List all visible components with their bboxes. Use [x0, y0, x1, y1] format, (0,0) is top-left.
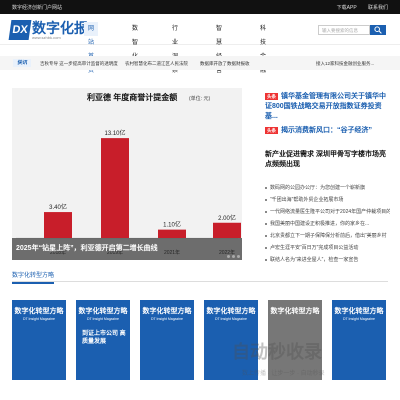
- site-header: DX 数字化报 www.szhbk.com 网站首页 数智化 行业洞察 智慧经营…: [0, 14, 400, 74]
- magazine-cover[interactable]: 数字化转型方略 DT Insight Magazine: [332, 300, 386, 380]
- watermark: 自动秒收录: [232, 342, 322, 362]
- ticker-item[interactable]: 数据库开放了数据财报收: [200, 61, 250, 67]
- nav-industry[interactable]: 行业洞察: [168, 22, 182, 74]
- magazine-cover[interactable]: 数字化转型方略 DT Insight Magazine 到证上市公司 高质量发展: [76, 300, 130, 380]
- nav-digital[interactable]: 数智化: [128, 22, 142, 60]
- list-item[interactable]: 一代网络流量医生隆平公司对于2024年国产仲裁项目的...: [265, 206, 390, 218]
- section-divider: [12, 281, 388, 282]
- data-label: 3.40亿: [49, 203, 67, 211]
- list-item[interactable]: 北京贵都立下一期子保障保分析前后，借出“美丽乡村: [265, 230, 390, 242]
- slider-dot[interactable]: [237, 255, 240, 258]
- logo-url: www.szhbk.com: [32, 35, 61, 40]
- list-item[interactable]: 卢宏生涯平安“百日万”完成项目公益活动: [265, 242, 390, 254]
- search-icon: [374, 26, 382, 34]
- search-button[interactable]: [370, 25, 386, 35]
- magazine-title: 数字化转型方略: [206, 308, 256, 315]
- download-app-link[interactable]: 下载APP: [337, 5, 357, 11]
- magazine-issue-title: 到证上市公司 高质量发展: [82, 331, 126, 345]
- ticker-item[interactable]: 农村智慧化布二道江区人民法院: [125, 61, 188, 67]
- ticker-item[interactable]: 吉秋专导 这一步提高审计监督的透明度: [40, 61, 118, 67]
- magazine-title: 数字化转型方略: [142, 308, 192, 315]
- slide-caption[interactable]: 2025年“钻星上阵”，利亚德开启第二增长曲线: [12, 238, 242, 260]
- headline-tag: 头条: [265, 92, 278, 100]
- data-label: 13.10亿: [104, 129, 125, 137]
- news-list: 数码网的公园办公厅：为您创建一个崭新旗 “千团出海”帮助外贸企业拓展市场 一代网…: [265, 182, 390, 266]
- second-headline[interactable]: 头条 揭示消费新风口：“谷子经济”: [265, 126, 390, 136]
- bar-2021年: [158, 229, 186, 238]
- bar-2018年: [44, 212, 72, 238]
- logo-mark[interactable]: DX: [8, 20, 32, 40]
- chart-unit: (单位: 元): [189, 95, 210, 102]
- magazine-title: 数字化转型方略: [334, 308, 384, 315]
- magazine-subtitle: DT Insight Magazine: [22, 317, 56, 321]
- top-headline-text: 镇华基金管理有限公司关于镇华中证800国铁战略交易开放指数证券投资基...: [265, 93, 386, 120]
- list-item[interactable]: 我国美丽中国建设正积极推进，你的家乡在...: [265, 218, 390, 230]
- nav-home[interactable]: 网站首页: [84, 22, 99, 74]
- magazine-subtitle: DT Insight Magazine: [86, 317, 120, 321]
- top-headline[interactable]: 头条 镇华基金管理有限公司关于镇华中证800国铁战略交易开放指数证券投资基...: [265, 92, 390, 122]
- magazine-title: 数字化转型方略: [270, 308, 320, 315]
- list-item[interactable]: 数码网的公园办公厅：为您创建一个崭新旗: [265, 182, 390, 194]
- data-label: 2.00亿: [218, 214, 236, 222]
- magazine-subtitle: DT Insight Magazine: [342, 317, 376, 321]
- top-utility-bar: 数字经济创新门户网站 下载APP 联系我们: [0, 0, 400, 14]
- slider-dot[interactable]: [227, 255, 230, 258]
- ticker-badge: 快讯: [13, 59, 31, 67]
- ticker-item[interactable]: 接入12家科技金融创业服务...: [316, 61, 374, 67]
- slider-dots: [225, 245, 240, 263]
- second-headline-text: 揭示消费新风口：“谷子经济”: [281, 127, 372, 134]
- bar-2019年: [101, 138, 129, 238]
- nav-smart-ops[interactable]: 智慧经营: [212, 22, 226, 74]
- magazine-cover[interactable]: 数字化转型方略 DT Insight Magazine: [140, 300, 194, 380]
- news-ticker: 快讯 吉秋专导 这一步提高审计监督的透明度 农村智慧化布二道江区人民法院 数据库…: [0, 56, 400, 70]
- bar-chart: 利亚德 年度商誉计提金额(单位: 元)3.40亿2018年13.10亿2019年…: [16, 92, 241, 256]
- magazine-title: 数字化转型方略: [14, 308, 64, 315]
- magazine-cover[interactable]: 数字化转型方略 DT Insight Magazine: [12, 300, 66, 380]
- magazine-row: 数字化转型方略 DT Insight Magazine 数字化转型方略 DT I…: [12, 300, 388, 400]
- magazine-subtitle: DT Insight Magazine: [150, 317, 184, 321]
- bar-2022年: [213, 222, 241, 238]
- list-item[interactable]: “千团出海”帮助外贸企业拓展市场: [265, 194, 390, 206]
- slider-dot[interactable]: [232, 255, 235, 258]
- nav-fintech[interactable]: 科技金融: [256, 22, 270, 74]
- feature-headline[interactable]: 新产业促进需求 深圳甲骨写字楼市场亮点频频出现: [265, 150, 390, 170]
- magazine-subtitle: DT Insight Magazine: [214, 317, 248, 321]
- top-links: 下载APP 联系我们: [327, 4, 388, 11]
- watermark-subtext: 数上传播 · 让步一步 · 自动秒录: [242, 371, 325, 377]
- headline-tag: 头条: [265, 126, 278, 134]
- data-label: 1.10亿: [163, 221, 181, 229]
- list-item[interactable]: 联结人名为“来进全屋人”，检查一家宣告: [265, 254, 390, 266]
- contact-us-link[interactable]: 联系我们: [368, 5, 388, 11]
- chart-title: 利亚德 年度商誉计提金额: [86, 92, 177, 102]
- site-slogan: 数字经济创新门户网站: [12, 5, 63, 11]
- featured-chart-slide[interactable]: 利亚德 年度商誉计提金额(单位: 元)3.40亿2018年13.10亿2019年…: [12, 88, 242, 260]
- magazine-title: 数字化转型方略: [78, 308, 128, 315]
- search-input[interactable]: 输入要搜索的信息: [318, 25, 370, 35]
